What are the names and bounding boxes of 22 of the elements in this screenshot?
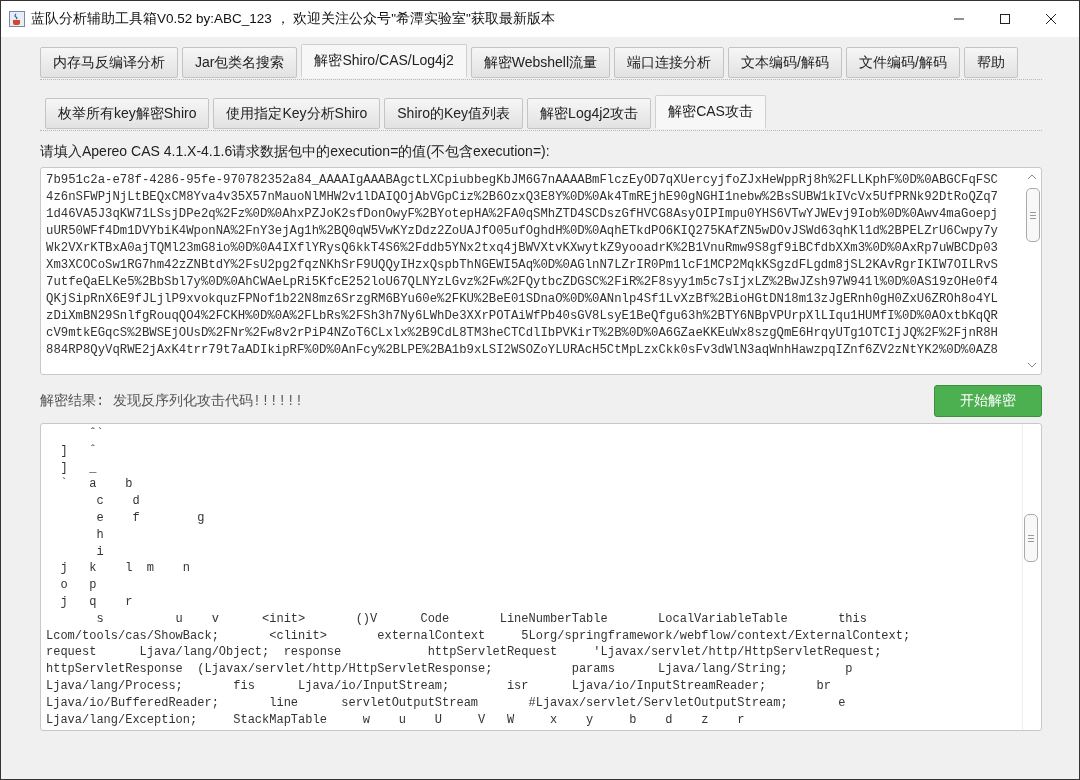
tab[interactable]: 帮助	[963, 47, 1018, 78]
tab[interactable]: Jar包类名搜索	[182, 47, 298, 78]
tab[interactable]: 解密Log4j2攻击	[527, 98, 652, 129]
tab[interactable]: Shiro的Key值列表	[384, 98, 524, 129]
tab[interactable]: 解密CAS攻击	[655, 95, 766, 129]
tab[interactable]: 解密Shiro/CAS/Log4j2	[301, 44, 467, 78]
close-icon[interactable]	[1045, 13, 1057, 25]
tab[interactable]: 文本编码/解码	[728, 47, 842, 78]
result-message: 解密结果: 发现反序列化攻击代码!!!!!!	[40, 392, 304, 410]
tab[interactable]: 解密Webshell流量	[470, 47, 611, 78]
scrollbar[interactable]	[1022, 424, 1041, 730]
tab[interactable]: 内存马反编译分析	[40, 47, 178, 78]
tab[interactable]: 文件编码/解码	[845, 47, 960, 78]
tab[interactable]: 枚举所有key解密Shiro	[45, 98, 210, 129]
tab[interactable]: 使用指定Key分析Shiro	[213, 98, 381, 129]
output-text-area: ˆ` ] ˆ ] _ ` a b c d e f g h i j k l m n o p j q r s u v <init> ()V Code LineNumberTable LocalVariableTable this Lcom/tools/cas/ShowBack; <clinit> externalContext 5Lorg/springframework/webflow/context/ExternalContext; request Ljava/lang/Object; response httpServletRequest 'Ljavax/servlet/http/HttpServletRequest; httpServletResponse (Ljavax/servlet/http/HttpServletResponse; params Ljava/lang/String; p Ljava/lang/Process; fis Ljava/io/InputStream; isr Ljava/io/InputStreamReader; br Ljava/io/BufferedReader; line servletOutputStream #Ljavax/servlet/ServletOutputStream; e Ljava/lang/Exception; StackMapTable w u U V W x y b d z r	[40, 423, 1042, 731]
maximize-icon[interactable]	[999, 13, 1011, 25]
field-label: 请填入Apereo CAS 4.1.X-4.1.6请求数据包中的execution=的值(不包含execution=):	[40, 143, 551, 161]
window-title: 蓝队分析辅助工具箱V0.52 by:ABC_123 ， 欢迎关注公众号"希潭实验室"获取最新版本	[31, 10, 555, 28]
tab[interactable]: 端口连接分析	[614, 47, 725, 78]
cup-icon	[9, 11, 25, 27]
input-field[interactable]: 7b951c2a-e78f-4286-95fe-970782352a84_AAAAIgAAABAgctLXCpiubbegKbJM6G7nAAAABmFlczEyOD7qXUercyjfoZJxHeWppRj8h%2FLLKphF%0D%0ABGCFqFSC 4z6nSFWPjNjLtBEQxCM8Yva4v35X57nMauoNlMHW2v1lDAIQOjAbVGpCiz%2B6OzxQ3E8Y%0D%0Ak4TmREjhE90gNGHI1nebw%2BsSUBW1kIVcVx5UfPRNk92DtRoQZq7 1d46VA5J3qKW71LSsjDPe2q%2Fz%0D%0AhxPZJoK2sfDonOwyF%2BYotepHA%2FA0qSMhZTD4SCDszGfHVCG8AsyOIPImpu0YHS6VTwYJWEvj9Iob%0D%0Awv4maGoepj uUR50WFf4Dm1DVYbiK4WponNA%2FnY3ejAg1h%2BQ0qW5VwKYzDdz2ZoUAJfO05ufOghdH%0D%0AqhETkdPO6KIQ275KAfZN5wDOvJSWd63qhKl1d%2BPELZrU6Cwpy7y Wk2VXrKTBxA0ajTQMl23mG8io%0D%0A4IXflYRysQ6kkT4S6%2Fddb5YNx2txq4jBWVXtvKXwytkZ9yooadrK%2B1VnuRmw9S8gf9iBCfdbXXm3%0D%0AxRp7uWBCDp03 Xm3XCOCoSw1RG7hm42zZNBtdY%2FsU2pg2fqzNKhSrF9UQQyIHzxQspbThNGEWI5Aq%0D%0AGlnN7LZrIR0Pm1lcF1MCP2MqkKSgzdFLgdm8jSL2KAvRgrIKIW7OILRvS 7utfeQaELKe5%2BbSbl7y%0D%0AhCWAeLpRi5KfcE252loU67QLNYzLGvz%2Fw%2FQytbcZDGSC%2FiR%2F8syy1m5c7sIjxLZ%2BwJZsh97W941l%0D%0AS19zOHe0f4 QKjSipRnX6E9fJLjlP9xvokquzFPNof1b22N8mz6SrzgRM6BYu60e%2FKU%2BeE01SDnaO%0D%0ANnlp4Sf1LvXzBf%2BioHGtDN18m13zJgERnh0gH0ZxU6ZROh8o4YL zDiXmBN29SnlfgRouqQO4%2FCKH%0D%0A%2FLbRs%2FSh3h7Ny6LWhDe3XXrPOTAiWfPb40sGV8LsyE1BeQfgu63h%2BTY6NBpVPUrpXlLIqu1HUMfI%0D%0AOxtbKqQR cV9mtkEGqcS%2BWSEjOUsD%2FNr%2Fw8v2rPiP4NZoT6CLxlx%2B9CdL8TM3heCTCdlIbPVKirT%2B%0D%0A6GZaeKKEuWx8szgQmE6HrqyUTg1OTCIjJQ%2F%2FjnR8H 884RP8QyVqRWE2jAxK4trr79t7aADIkipRF%0D%0AnFcy%2BLPE%2BA1b9xLSI2WSOZoYLURAcH5CtMpLzxCkk0sFv3dWlN3aqWnhHawzpqIZnf6ZV2zNtYK2%0D%0AZ8	[40, 167, 1042, 375]
